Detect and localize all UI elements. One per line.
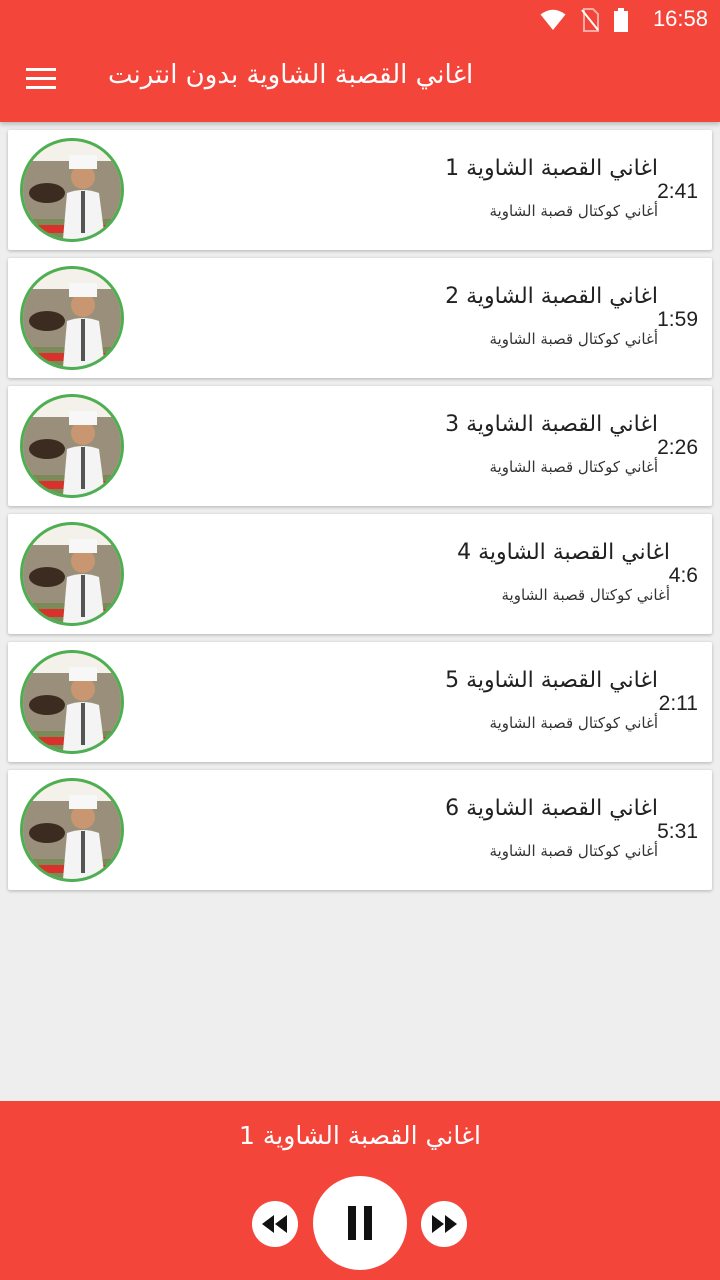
track-item[interactable]: اغاني القصبة الشاوية 1 أغاني كوكتال قصبة… xyxy=(8,130,712,250)
track-subtitle: أغاني كوكتال قصبة الشاوية xyxy=(489,202,659,220)
rewind-icon[interactable] xyxy=(252,1201,298,1247)
track-subtitle: أغاني كوكتال قصبة الشاوية xyxy=(489,714,659,732)
track-duration: 4:6 xyxy=(668,564,698,587)
track-item[interactable]: اغاني القصبة الشاوية 2 أغاني كوكتال قصبة… xyxy=(8,258,712,378)
player-bar: اغاني القصبة الشاوية 1 xyxy=(0,1101,720,1280)
track-thumbnail xyxy=(20,522,124,626)
status-bar: 16:58 xyxy=(0,0,720,40)
track-subtitle: أغاني كوكتال قصبة الشاوية xyxy=(501,586,671,604)
track-duration: 1:59 xyxy=(657,308,698,331)
track-duration: 2:26 xyxy=(657,436,698,459)
pause-icon[interactable] xyxy=(313,1176,407,1270)
hamburger-menu-icon[interactable] xyxy=(22,62,62,98)
track-thumbnail xyxy=(20,394,124,498)
track-list: اغاني القصبة الشاوية 1 أغاني كوكتال قصبة… xyxy=(8,130,712,898)
track-title: اغاني القصبة الشاوية 1 xyxy=(445,156,658,181)
track-thumbnail xyxy=(20,778,124,882)
track-subtitle: أغاني كوكتال قصبة الشاوية xyxy=(489,842,659,860)
track-subtitle: أغاني كوكتال قصبة الشاوية xyxy=(489,458,659,476)
track-item[interactable]: اغاني القصبة الشاوية 6 أغاني كوكتال قصبة… xyxy=(8,770,712,890)
track-thumbnail xyxy=(20,266,124,370)
track-duration: 2:11 xyxy=(658,692,698,715)
track-title: اغاني القصبة الشاوية 3 xyxy=(445,412,658,437)
track-thumbnail xyxy=(20,138,124,242)
status-icons xyxy=(530,8,628,32)
battery-icon xyxy=(614,8,628,32)
track-title: اغاني القصبة الشاوية 6 xyxy=(445,796,658,821)
track-duration: 2:41 xyxy=(657,180,698,203)
status-time: 16:58 xyxy=(652,6,708,31)
track-subtitle: أغاني كوكتال قصبة الشاوية xyxy=(489,330,659,348)
track-title: اغاني القصبة الشاوية 5 xyxy=(445,668,658,693)
app-bar: 16:58 اغاني القصبة الشاوية بدون انترنت xyxy=(0,0,720,122)
fast-forward-icon[interactable] xyxy=(421,1201,467,1247)
wifi-icon xyxy=(540,9,566,30)
track-duration: 5:31 xyxy=(657,820,698,843)
track-title: اغاني القصبة الشاوية 4 xyxy=(457,540,670,565)
track-item[interactable]: اغاني القصبة الشاوية 5 أغاني كوكتال قصبة… xyxy=(8,642,712,762)
app-title: اغاني القصبة الشاوية بدون انترنت xyxy=(108,60,474,90)
track-thumbnail xyxy=(20,650,124,754)
track-item[interactable]: اغاني القصبة الشاوية 3 أغاني كوكتال قصبة… xyxy=(8,386,712,506)
now-playing-title: اغاني القصبة الشاوية 1 xyxy=(239,1121,481,1150)
track-item[interactable]: اغاني القصبة الشاوية 4 أغاني كوكتال قصبة… xyxy=(8,514,712,634)
no-sim-icon xyxy=(581,8,599,32)
track-title: اغاني القصبة الشاوية 2 xyxy=(445,284,658,309)
